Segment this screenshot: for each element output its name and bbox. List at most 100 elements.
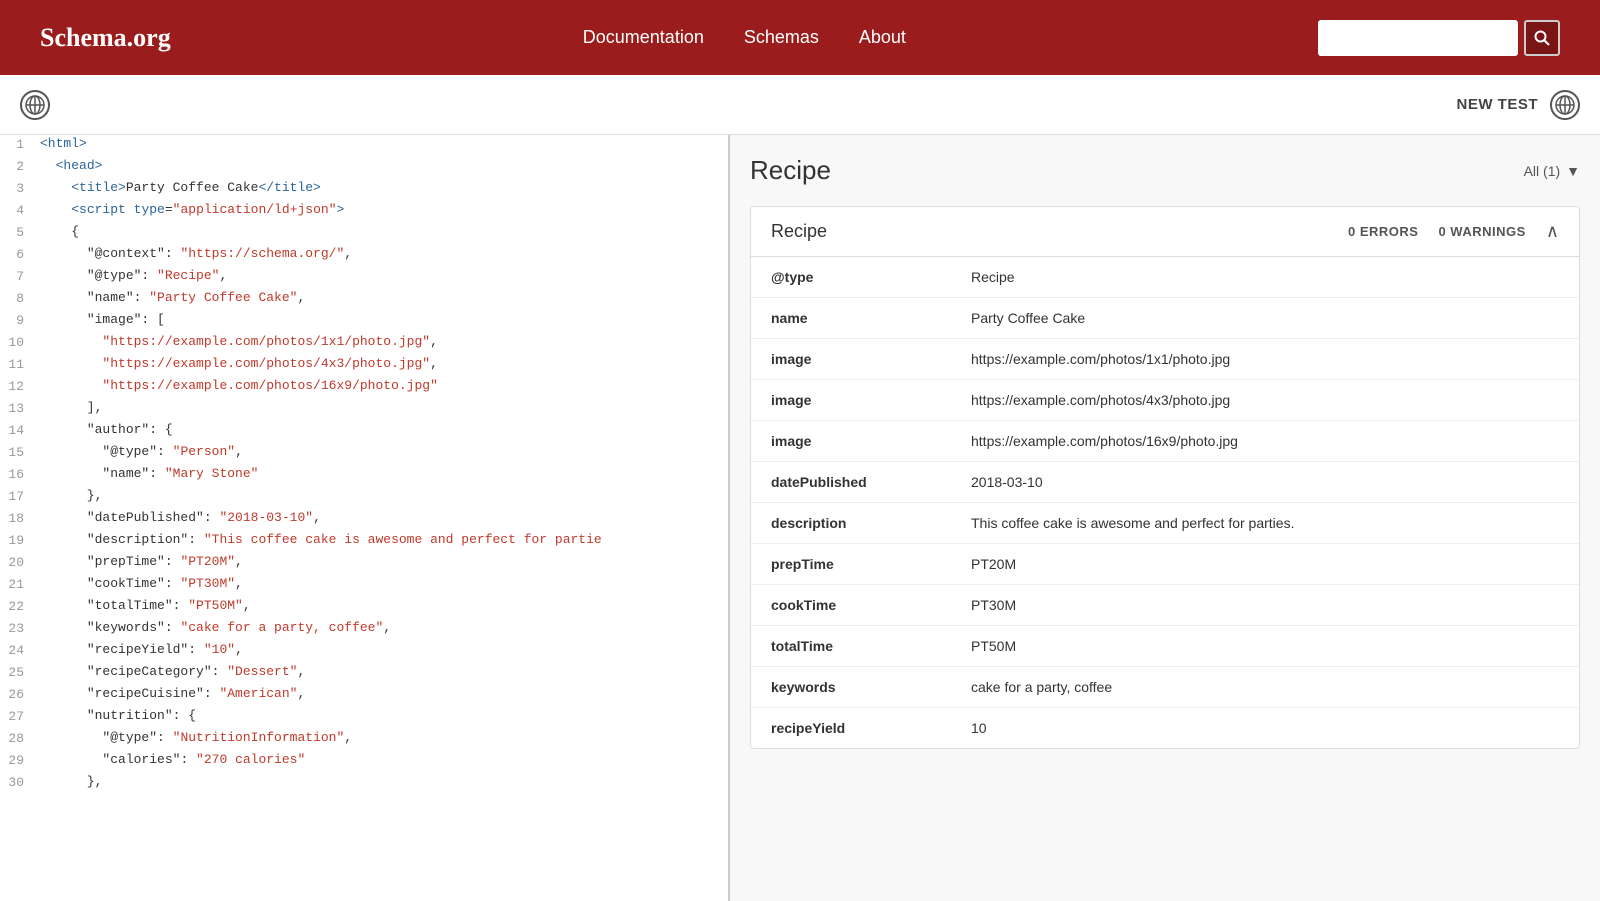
main-content: 1<html>2 <head>3 <title>Party Coffee Cak… [0,135,1600,901]
line-content: <script type="application/ld+json"> [40,202,728,217]
row-value: 10 [951,708,1579,749]
nav-schemas[interactable]: Schemas [744,27,819,48]
toolbar-right: NEW TEST [1457,90,1581,120]
code-line: 3 <title>Party Coffee Cake</title> [0,179,728,201]
code-line: 20 "prepTime": "PT20M", [0,553,728,575]
code-line: 26 "recipeCuisine": "American", [0,685,728,707]
line-number: 10 [0,334,40,350]
table-row: imagehttps://example.com/photos/1x1/phot… [751,339,1579,380]
code-line: 12 "https://example.com/photos/16x9/phot… [0,377,728,399]
line-number: 3 [0,180,40,196]
line-number: 9 [0,312,40,328]
row-value: https://example.com/photos/16x9/photo.jp… [951,421,1579,462]
code-line: 5 { [0,223,728,245]
code-line: 2 <head> [0,157,728,179]
line-number: 30 [0,774,40,790]
code-line: 11 "https://example.com/photos/4x3/photo… [0,355,728,377]
line-content: "description": "This coffee cake is awes… [40,532,728,547]
code-panel[interactable]: 1<html>2 <head>3 <title>Party Coffee Cak… [0,135,730,901]
row-key: cookTime [751,585,951,626]
collapse-icon[interactable]: ∧ [1546,221,1559,242]
line-number: 17 [0,488,40,504]
line-content: "https://example.com/photos/1x1/photo.jp… [40,334,728,349]
code-line: 22 "totalTime": "PT50M", [0,597,728,619]
line-content: "recipeCategory": "Dessert", [40,664,728,679]
row-value: This coffee cake is awesome and perfect … [951,503,1579,544]
search-input[interactable] [1318,20,1518,56]
line-number: 18 [0,510,40,526]
line-content: "datePublished": "2018-03-10", [40,510,728,525]
main-nav: Documentation Schemas About [231,27,1258,48]
table-row: datePublished2018-03-10 [751,462,1579,503]
code-line: 29 "calories": "270 calories" [0,751,728,773]
code-line: 10 "https://example.com/photos/1x1/photo… [0,333,728,355]
line-content: "image": [ [40,312,728,327]
line-number: 15 [0,444,40,460]
line-number: 23 [0,620,40,636]
line-content: }, [40,488,728,503]
line-content: "cookTime": "PT30M", [40,576,728,591]
table-row: cookTimePT30M [751,585,1579,626]
table-row: recipeYield10 [751,708,1579,749]
site-logo[interactable]: Schema.org [40,23,171,53]
data-table: @typeRecipenameParty Coffee Cakeimagehtt… [751,257,1579,748]
table-row: prepTimePT20M [751,544,1579,585]
line-number: 1 [0,136,40,152]
code-line: 1<html> [0,135,728,157]
results-header: Recipe All (1) ▼ [750,155,1580,186]
line-number: 20 [0,554,40,570]
line-content: "name": "Mary Stone" [40,466,728,481]
code-line: 6 "@context": "https://schema.org/", [0,245,728,267]
row-value: 2018-03-10 [951,462,1579,503]
code-line: 28 "@type": "NutritionInformation", [0,729,728,751]
search-area [1318,20,1560,56]
row-key: description [751,503,951,544]
row-key: image [751,380,951,421]
line-number: 21 [0,576,40,592]
results-title: Recipe [750,155,831,186]
line-number: 12 [0,378,40,394]
line-content: "@type": "Person", [40,444,728,459]
line-number: 5 [0,224,40,240]
errors-label: 0 ERRORS [1348,224,1418,239]
line-content: ], [40,400,728,415]
code-line: 8 "name": "Party Coffee Cake", [0,289,728,311]
results-card: Recipe 0 ERRORS 0 WARNINGS ∧ @typeRecipe… [750,206,1580,749]
row-key: name [751,298,951,339]
code-line: 25 "recipeCategory": "Dessert", [0,663,728,685]
new-test-button[interactable]: NEW TEST [1457,96,1539,113]
line-content: "name": "Party Coffee Cake", [40,290,728,305]
table-row: imagehttps://example.com/photos/4x3/phot… [751,380,1579,421]
code-line: 16 "name": "Mary Stone" [0,465,728,487]
line-content: }, [40,774,728,789]
nav-documentation[interactable]: Documentation [583,27,704,48]
line-content: <html> [40,136,728,151]
line-content: "@type": "NutritionInformation", [40,730,728,745]
results-panel: Recipe All (1) ▼ Recipe 0 ERRORS 0 WARNI… [730,135,1600,901]
line-content: "author": { [40,422,728,437]
code-line: 7 "@type": "Recipe", [0,267,728,289]
table-row: keywordscake for a party, coffee [751,667,1579,708]
results-filter[interactable]: All (1) ▼ [1524,163,1580,179]
code-line: 30 }, [0,773,728,795]
code-line: 18 "datePublished": "2018-03-10", [0,509,728,531]
line-number: 19 [0,532,40,548]
line-content: "totalTime": "PT50M", [40,598,728,613]
line-number: 2 [0,158,40,174]
row-key: prepTime [751,544,951,585]
line-content: "keywords": "cake for a party, coffee", [40,620,728,635]
nav-about[interactable]: About [859,27,906,48]
table-row: nameParty Coffee Cake [751,298,1579,339]
line-number: 4 [0,202,40,218]
line-content: "@type": "Recipe", [40,268,728,283]
line-number: 8 [0,290,40,306]
toolbar-globe-icon[interactable] [1550,90,1580,120]
line-content: "recipeYield": "10", [40,642,728,657]
code-line: 9 "image": [ [0,311,728,333]
code-line: 21 "cookTime": "PT30M", [0,575,728,597]
search-button[interactable] [1524,20,1560,56]
language-icon[interactable] [20,90,50,120]
table-row: imagehttps://example.com/photos/16x9/pho… [751,421,1579,462]
code-line: 19 "description": "This coffee cake is a… [0,531,728,553]
row-value: PT20M [951,544,1579,585]
